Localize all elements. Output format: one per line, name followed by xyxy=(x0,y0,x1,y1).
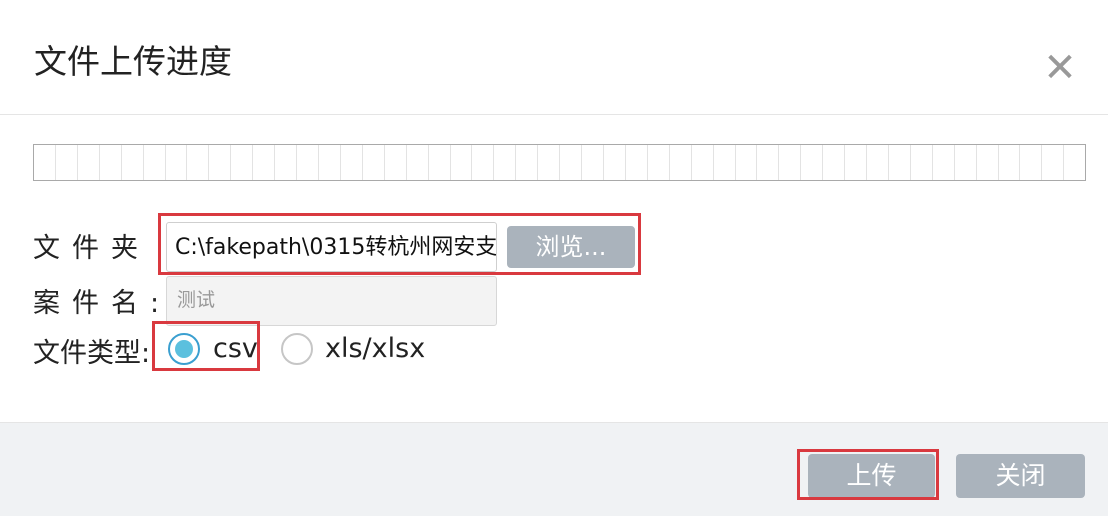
progress-segment xyxy=(757,145,780,180)
progress-segment xyxy=(626,145,648,180)
progress-segment xyxy=(911,145,933,180)
progress-segment xyxy=(560,145,583,180)
progress-segment xyxy=(670,145,692,180)
upload-dialog: 文件上传进度 ✕ 文件夹 C:\fakepath\0315转杭州网安支队 浏览.… xyxy=(0,0,1108,516)
progress-segment xyxy=(472,145,495,180)
progress-segment xyxy=(538,145,561,180)
progress-segment xyxy=(823,145,846,180)
progress-segment xyxy=(1020,145,1043,180)
progress-segment xyxy=(34,145,56,180)
progress-segment xyxy=(341,145,363,180)
progress-segment xyxy=(144,145,166,180)
close-icon[interactable]: ✕ xyxy=(1038,48,1082,88)
progress-segment xyxy=(100,145,122,180)
progress-segment xyxy=(933,145,955,180)
progress-segment xyxy=(801,145,824,180)
filetype-radio-xls-label[interactable]: xls/xlsx xyxy=(325,333,425,365)
filetype-radio-xls[interactable] xyxy=(281,333,313,365)
progress-segment xyxy=(889,145,911,180)
progress-segment xyxy=(999,145,1021,180)
progress-segment xyxy=(736,145,758,180)
folder-label: 文件夹 xyxy=(33,233,150,264)
casename-input[interactable]: 测试 xyxy=(166,276,497,326)
casename-label: 案件名: xyxy=(33,288,172,319)
progress-segment xyxy=(187,145,210,180)
progress-segment xyxy=(363,145,385,180)
progress-segment xyxy=(231,145,254,180)
progress-segment xyxy=(845,145,868,180)
progress-segment xyxy=(429,145,451,180)
progress-segment xyxy=(319,145,341,180)
progress-segment xyxy=(78,145,100,180)
progress-segment xyxy=(451,145,473,180)
progress-track xyxy=(34,145,1085,180)
progress-segment xyxy=(692,145,714,180)
progress-segment xyxy=(604,145,626,180)
progress-segment xyxy=(867,145,889,180)
dialog-footer xyxy=(0,422,1108,516)
filetype-radio-csv[interactable] xyxy=(168,333,200,365)
progress-segment xyxy=(56,145,78,180)
progress-segment xyxy=(779,145,802,180)
filetype-label: 文件类型: xyxy=(33,338,151,369)
progress-segment xyxy=(122,145,144,180)
dialog-title: 文件上传进度 xyxy=(34,42,232,81)
progress-segment xyxy=(516,145,539,180)
progress-segment xyxy=(253,145,276,180)
upload-button[interactable]: 上传 xyxy=(808,454,935,498)
progress-segment xyxy=(209,145,232,180)
progress-segment xyxy=(582,145,604,180)
progress-segment xyxy=(648,145,670,180)
dialog-header: 文件上传进度 ✕ xyxy=(0,0,1108,115)
progress-segment xyxy=(166,145,188,180)
progress-segment xyxy=(494,145,517,180)
progress-segment xyxy=(1064,145,1085,180)
progress-segment xyxy=(297,145,319,180)
progress-segment xyxy=(385,145,407,180)
progress-segment xyxy=(407,145,429,180)
progress-segment xyxy=(275,145,298,180)
progress-segment xyxy=(977,145,999,180)
progress-segment xyxy=(1042,145,1065,180)
close-button[interactable]: 关闭 xyxy=(956,454,1085,498)
progress-segment xyxy=(714,145,736,180)
file-path-input[interactable]: C:\fakepath\0315转杭州网安支队 xyxy=(166,222,497,272)
progress-segment xyxy=(955,145,977,180)
filetype-radio-csv-label[interactable]: csv xyxy=(213,333,258,365)
browse-button[interactable]: 浏览... xyxy=(507,226,635,268)
upload-progress-bar xyxy=(33,144,1086,181)
